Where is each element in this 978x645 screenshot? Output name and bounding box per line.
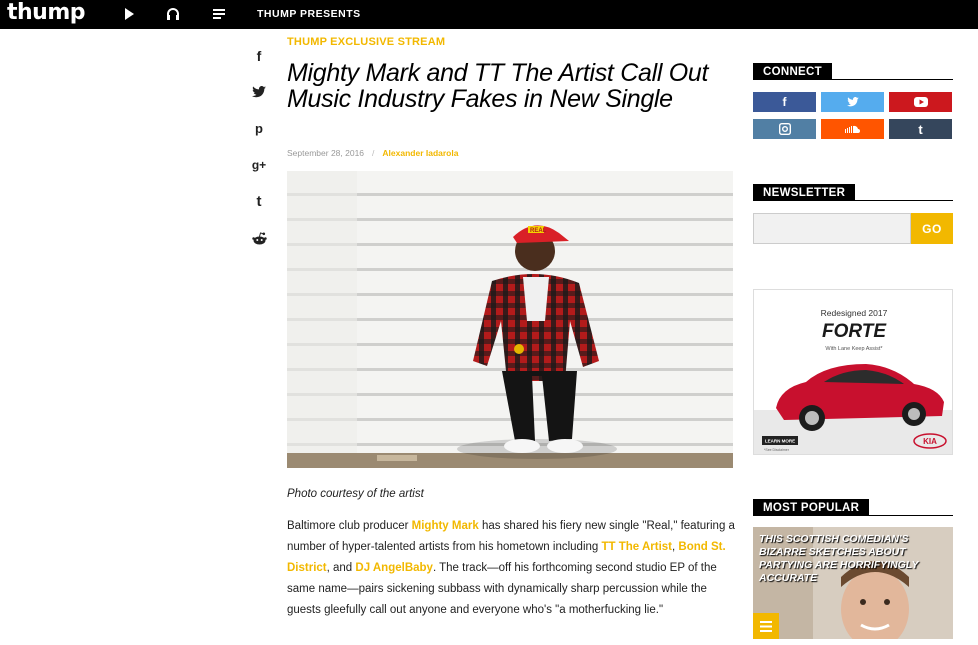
connect-facebook-button[interactable]: f [753, 92, 816, 112]
newsletter-email-input[interactable] [753, 213, 911, 244]
ad-artwork: Redesigned 2017 FORTE With Lane Keep Ass… [754, 290, 952, 454]
reddit-alien-icon [251, 231, 267, 244]
article-photo: REAL [287, 171, 733, 468]
play-icon[interactable] [121, 6, 137, 22]
soundcloud-icon [844, 125, 860, 133]
share-pinterest-glyph: p [255, 120, 263, 136]
article-author[interactable]: Alexander Iadarola [382, 148, 458, 158]
connect-youtube-button[interactable] [889, 92, 952, 112]
newsletter-heading: NEWSLETTER [753, 183, 953, 201]
article-body-paragraph: Baltimore club producer Mighty Mark has … [287, 516, 735, 621]
ad-brand-logo: KIA [923, 437, 937, 446]
share-pinterest-icon[interactable]: p [250, 119, 268, 137]
ad-tagline: Redesigned 2017 [821, 308, 888, 318]
newsletter-go-button[interactable]: GO [911, 213, 953, 244]
newsletter-label: NEWSLETTER [753, 184, 856, 201]
twitter-icon [846, 97, 859, 107]
headphones-icon[interactable] [165, 6, 181, 22]
top-nav: thump THUMP PRESENTS [0, 0, 978, 29]
share-facebook-glyph: f [256, 48, 262, 64]
link-tt-the-artist[interactable]: TT The Artist [602, 541, 673, 553]
list-icon [760, 620, 772, 632]
body-text-4: , and [326, 562, 356, 574]
thump-logo[interactable]: thump [7, 1, 86, 25]
share-reddit-icon[interactable] [250, 229, 268, 247]
youtube-icon [913, 97, 928, 107]
article-meta: September 28, 2016 / Alexander Iadarola [287, 148, 458, 158]
share-googleplus-glyph: g+ [251, 158, 267, 172]
popular-list-icon[interactable] [753, 613, 779, 639]
share-googleplus-icon[interactable]: g+ [250, 156, 268, 174]
tumblr-icon: t [918, 121, 923, 137]
body-text-1: Baltimore club producer [287, 520, 412, 532]
connect-twitter-button[interactable] [821, 92, 884, 112]
share-tumblr-icon[interactable]: t [250, 192, 268, 210]
ad-disclaimer: *See Disclaimer [764, 448, 790, 452]
artist-photo-illustration: REAL [287, 171, 733, 468]
meta-separator: / [372, 148, 375, 158]
ad-feature: With Lane Keep Assist* [825, 346, 883, 352]
photo-caption: Photo courtesy of the artist [287, 488, 424, 500]
connect-tumblr-button[interactable]: t [889, 119, 952, 139]
twitter-bird-icon [252, 86, 266, 98]
connect-instagram-button[interactable] [753, 119, 816, 139]
share-tumblr-glyph: t [256, 192, 262, 210]
connect-soundcloud-button[interactable] [821, 119, 884, 139]
kia-forte-ad[interactable]: Redesigned 2017 FORTE With Lane Keep Ass… [753, 289, 953, 455]
most-popular-heading: MOST POPULAR [753, 498, 953, 516]
connect-heading: CONNECT [753, 62, 953, 80]
instagram-icon [778, 123, 791, 135]
link-mighty-mark[interactable]: Mighty Mark [412, 520, 479, 532]
most-popular-card[interactable]: THIS SCOTTISH COMEDIAN'S BIZARRE SKETCHE… [753, 527, 953, 639]
article-kicker[interactable]: THUMP EXCLUSIVE STREAM [287, 36, 445, 48]
nav-thump-presents[interactable]: THUMP PRESENTS [257, 8, 361, 20]
facebook-icon: f [782, 95, 787, 109]
hat-text: REAL [530, 228, 547, 234]
menu-icon[interactable] [211, 6, 227, 22]
most-popular-label: MOST POPULAR [753, 499, 870, 516]
share-twitter-icon[interactable] [250, 83, 268, 101]
link-dj-angelbaby[interactable]: DJ AngelBaby [355, 562, 433, 574]
article-headline: Mighty Mark and TT The Artist Call Out M… [287, 59, 709, 113]
article-date: September 28, 2016 [287, 148, 365, 158]
popular-article-title[interactable]: THIS SCOTTISH COMEDIAN'S BIZARRE SKETCHE… [759, 533, 939, 585]
ad-learn-more[interactable]: LEARN MORE [765, 439, 795, 444]
share-facebook-icon[interactable]: f [250, 47, 268, 65]
connect-label: CONNECT [753, 63, 832, 80]
ad-model: FORTE [822, 321, 887, 342]
